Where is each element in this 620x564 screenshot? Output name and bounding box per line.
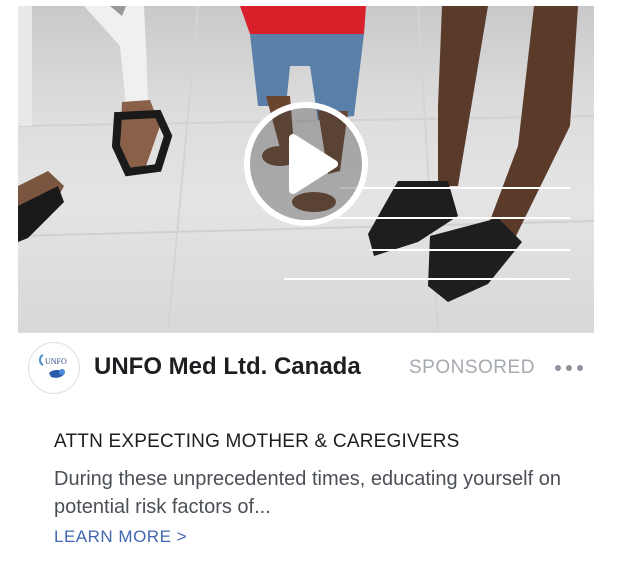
unfo-logo-icon: UNFO xyxy=(39,354,67,378)
more-options-icon[interactable] xyxy=(555,358,585,378)
ad-headline: ATTN EXPECTING MOTHER & CAREGIVERS xyxy=(54,431,460,452)
page-name[interactable]: UNFO Med Ltd. Canada xyxy=(94,353,361,381)
ad-body-text: During these unprecedented times, educat… xyxy=(54,468,561,518)
learn-more-link[interactable]: LEARN MORE > xyxy=(54,527,187,547)
media-divider xyxy=(18,332,594,333)
sponsored-label: SPONSORED xyxy=(409,357,535,378)
play-button[interactable] xyxy=(244,102,368,226)
play-icon xyxy=(289,134,338,194)
avatar[interactable]: UNFO xyxy=(28,342,80,394)
svg-text:UNFO: UNFO xyxy=(45,357,67,366)
video-thumbnail[interactable] xyxy=(18,6,594,332)
